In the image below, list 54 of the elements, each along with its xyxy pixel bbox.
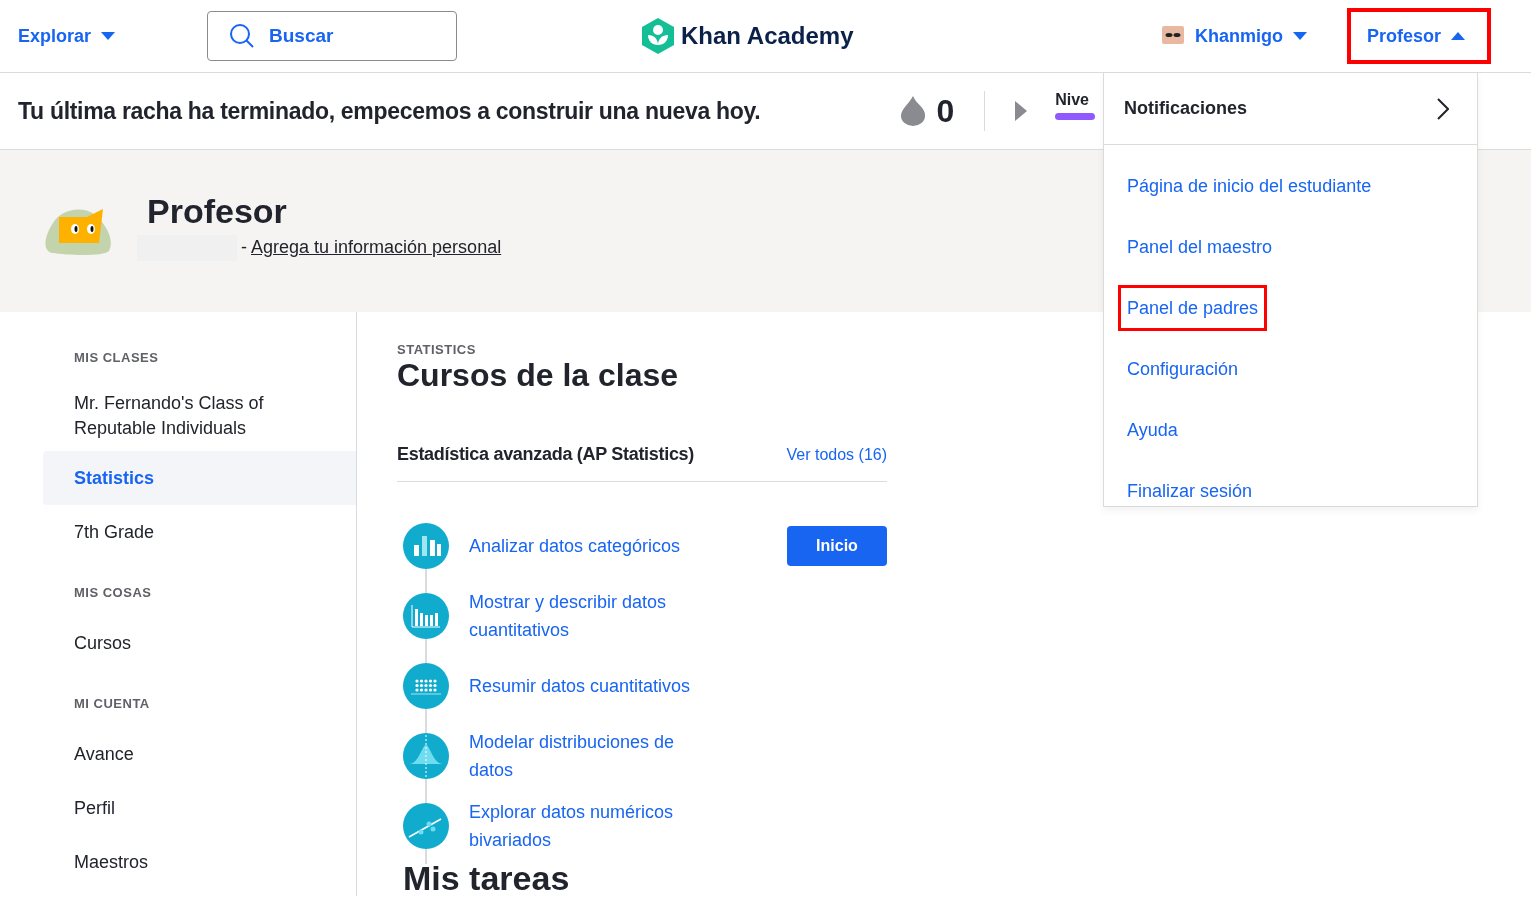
chevron-right-icon: [1437, 97, 1449, 120]
khanmigo-menu[interactable]: Khanmigo: [1160, 25, 1307, 47]
bar-chart-icon: [403, 523, 449, 569]
profile-menu[interactable]: Profesor: [1346, 8, 1491, 64]
dot-plot-icon: [403, 663, 449, 709]
menu-item[interactable]: Ayuda: [1118, 407, 1187, 453]
sidebar-item[interactable]: Statistics: [43, 451, 356, 505]
histogram-icon: [403, 593, 449, 639]
caret-up-icon: [1451, 32, 1465, 40]
notifications-item[interactable]: Notificaciones: [1104, 73, 1477, 145]
unit-link[interactable]: Mostrar y describir datos cuantitativos: [469, 588, 719, 644]
dash-text: -: [241, 237, 247, 258]
mascot-icon: [1160, 25, 1185, 47]
level-label: Nive: [1055, 91, 1090, 109]
bell-curve-icon: [403, 733, 449, 779]
section-heading: MIS CLASES: [73, 350, 160, 367]
sidebar-item[interactable]: Perfil: [43, 781, 356, 835]
caret-down-icon: [1292, 32, 1307, 40]
section-title: Mis tareas: [403, 860, 571, 896]
streak-message: Tu última racha ha terminado, empecemos a construir una nueva hoy.: [18, 97, 761, 125]
logo-icon: [641, 18, 676, 54]
section-heading: MIS COSAS: [73, 585, 153, 602]
search-field[interactable]: Buscar: [207, 11, 458, 61]
class-label: STATISTICS: [397, 342, 477, 357]
search-icon: [229, 23, 256, 49]
explore-menu[interactable]: Explorar: [18, 25, 116, 47]
page-title: Cursos de la clase: [397, 357, 680, 394]
logo-text: Khan Academy: [681, 22, 854, 50]
unit-link[interactable]: Resumir datos cuantitativos: [469, 672, 719, 700]
menu-item[interactable]: Página de inicio del estudiante: [1118, 163, 1381, 209]
scatter-plot-icon: [403, 803, 449, 849]
sidebar-item[interactable]: 7th Grade: [43, 505, 356, 559]
play-icon: [1015, 101, 1028, 121]
menu-item[interactable]: Finalizar sesión: [1118, 468, 1262, 514]
flame-icon: [900, 96, 927, 126]
unit-link[interactable]: Explorar datos numéricos bivariados: [469, 798, 719, 854]
unit-link[interactable]: Modelar distribuciones de datos: [469, 728, 719, 784]
sidebar-item[interactable]: Maestros: [43, 835, 356, 889]
add-info-link[interactable]: Agrega tu información personal: [251, 237, 502, 258]
menu-item[interactable]: Panel de padres: [1118, 285, 1268, 331]
profile-name: Profesor: [147, 191, 288, 231]
unit-link[interactable]: Analizar datos categóricos: [469, 532, 719, 560]
sidebar-item[interactable]: Avance: [43, 727, 356, 781]
level-bar: [1055, 113, 1096, 120]
section-heading: MI CUENTA: [73, 696, 151, 713]
sidebar-item[interactable]: Mr. Fernando's Class of Reputable Individuals: [43, 381, 356, 451]
caret-down-icon: [101, 32, 116, 40]
menu-item[interactable]: Configuración: [1118, 346, 1248, 392]
start-button[interactable]: Inicio: [787, 526, 887, 566]
sidebar-item[interactable]: Cursos: [43, 616, 356, 670]
menu-item[interactable]: Panel del maestro: [1118, 224, 1282, 270]
see-all-link[interactable]: Ver todos (16): [786, 445, 887, 464]
course-name: Estadística avanzada (AP Statistics): [397, 444, 694, 465]
streak-count: 0: [936, 92, 955, 130]
